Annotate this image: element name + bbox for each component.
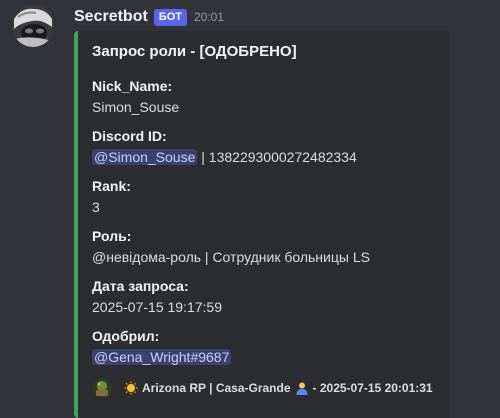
bot-avatar[interactable]: [12, 5, 54, 47]
field-value: 2025-07-15 19:17:59: [92, 299, 222, 315]
user-mention[interactable]: @Simon_Souse: [92, 149, 198, 165]
author-name[interactable]: Secretbot: [74, 8, 148, 26]
field-value: 3: [92, 199, 100, 215]
embed-footer: Arizona RP | Casa-Grande - 2025-07-15 20…: [92, 377, 433, 399]
field-name: Одобрил:: [92, 328, 160, 344]
field-rank: Rank: 3: [92, 177, 131, 216]
chat-message: Secretbot БОТ 20:01 Запрос роли - [ОДОБР…: [0, 0, 500, 418]
message-header: Secretbot БОТ 20:01: [74, 6, 224, 28]
bot-badge: БОТ: [153, 8, 187, 26]
field-name: Discord ID:: [92, 128, 167, 144]
field-value: @невідома-роль | Сотрудник больницы LS: [92, 249, 370, 265]
field-value: Simon_Souse: [92, 99, 180, 115]
footer-server-name: Arizona RP | Casa-Grande: [142, 381, 291, 395]
message-timestamp[interactable]: 20:01: [194, 10, 224, 24]
field-name: Rank:: [92, 178, 131, 194]
embed-title: Запрос роли - [ОДОБРЕНО]: [92, 43, 297, 60]
field-name: Nick_Name:: [92, 78, 173, 94]
field-nickname: Nick_Name: Simon_Souse: [92, 77, 179, 116]
footer-text-group: Arizona RP | Casa-Grande - 2025-07-15 20…: [124, 381, 433, 395]
field-approved-by: Одобрил: @Gena_Wright#9687: [92, 327, 232, 366]
field-value: @Gena_Wright#9687: [92, 348, 232, 366]
server-footer-icon: [92, 378, 112, 398]
field-value: @Simon_Souse | 1382293000272482334: [92, 148, 357, 166]
sun-emoji-icon: [124, 381, 138, 395]
discord-id-value: | 1382293000272482334: [197, 149, 357, 165]
person-emoji-icon: [296, 382, 308, 395]
masked-figure-avatar-icon: [12, 5, 54, 47]
field-name: Дата запроса:: [92, 278, 189, 294]
field-request-date: Дата запроса: 2025-07-15 19:17:59: [92, 277, 222, 316]
role-request-embed: Запрос роли - [ОДОБРЕНО] Nick_Name: Simo…: [74, 31, 450, 418]
field-role: Роль: @невідома-роль | Сотрудник больниц…: [92, 227, 370, 266]
footer-timestamp: - 2025-07-15 20:01:31: [312, 381, 433, 395]
approver-mention[interactable]: @Gena_Wright#9687: [92, 349, 232, 365]
field-discord-id: Discord ID: @Simon_Souse | 1382293000272…: [92, 127, 357, 166]
field-name: Роль:: [92, 228, 132, 244]
